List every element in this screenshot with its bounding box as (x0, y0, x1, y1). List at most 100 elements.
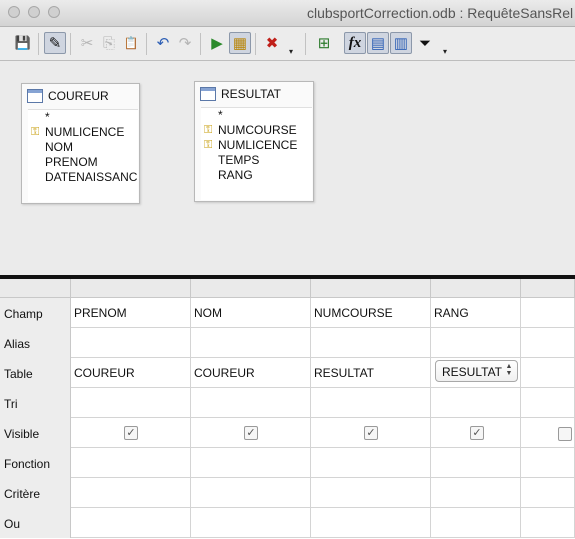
table-names-button[interactable]: ▤ (367, 32, 389, 54)
table-window-header[interactable]: RESULTAT (195, 82, 313, 106)
column-header[interactable] (521, 279, 575, 298)
paste-button[interactable]: 📋 (120, 32, 142, 54)
visible-checkbox[interactable]: ✓ (470, 426, 484, 440)
grid-cell[interactable] (521, 448, 575, 478)
field-item[interactable]: RANG (201, 168, 312, 183)
grid-cell[interactable] (191, 478, 311, 508)
grid-cell[interactable] (191, 388, 311, 418)
field-cell[interactable]: NUMCOURSE (311, 298, 431, 328)
grid-cell[interactable] (431, 448, 521, 478)
grid-cell[interactable] (431, 508, 521, 538)
toolbar-separator (146, 33, 147, 55)
visible-checkbox[interactable] (558, 427, 572, 441)
distinct-values-button[interactable]: ⏷ (414, 32, 436, 54)
grid-cell[interactable] (521, 298, 575, 328)
field-item[interactable]: NOM (28, 140, 138, 155)
field-item[interactable]: DATENAISSANC (28, 170, 138, 185)
grid-cell[interactable] (431, 388, 521, 418)
field-name: DATENAISSANC (45, 170, 138, 184)
grid-cell[interactable] (311, 448, 431, 478)
visible-checkbox[interactable]: ✓ (124, 426, 138, 440)
visible-cell[interactable]: ✓ (191, 418, 311, 448)
table-window-coureur[interactable]: COUREUR * ⚿ NUMLICENCE NOM PRENOM DATENAISSAN… (21, 83, 140, 204)
grid-cell[interactable] (71, 388, 191, 418)
grid-row: Critère (0, 478, 575, 508)
grid-cell[interactable] (311, 478, 431, 508)
grid-cell[interactable] (311, 388, 431, 418)
primary-key-icon: ⚿ (204, 139, 213, 151)
field-cell[interactable]: RANG (431, 298, 521, 328)
table-name: RESULTAT (221, 87, 282, 101)
grid-cell[interactable] (311, 508, 431, 538)
table-cell[interactable]: RESULTAT ▲ ▼ (431, 358, 521, 388)
visible-checkbox[interactable]: ✓ (244, 426, 258, 440)
table-cell[interactable]: RESULTAT (311, 358, 431, 388)
grid-cell[interactable] (521, 508, 575, 538)
field-item[interactable]: PRENOM (28, 155, 138, 170)
grid-cell[interactable] (71, 448, 191, 478)
grid-cell[interactable] (521, 478, 575, 508)
visible-checkbox[interactable]: ✓ (364, 426, 378, 440)
grid-cell[interactable] (191, 508, 311, 538)
grid-cell[interactable] (71, 328, 191, 358)
table-window-resultat[interactable]: RESULTAT * ⚿ NUMCOURSE ⚿ NUMLICENCE TEMPS RANG (194, 81, 314, 202)
grid-cell[interactable] (431, 328, 521, 358)
delete-button[interactable]: ✖ (261, 32, 283, 54)
zoom-window-button[interactable] (48, 6, 60, 18)
field-item[interactable]: ⚿ NUMLICENCE (28, 125, 138, 140)
field-item[interactable]: ⚿ NUMLICENCE (201, 138, 312, 153)
copy-icon: ⎘ (102, 34, 115, 52)
close-window-button[interactable] (8, 6, 20, 18)
field-item[interactable]: * (28, 110, 138, 125)
clear-query-button[interactable]: ▦ (229, 32, 251, 54)
toolbar-more-button[interactable]: ▾ (443, 47, 447, 56)
field-item[interactable]: * (201, 108, 312, 123)
functions-icon: fx (348, 34, 362, 51)
redo-button[interactable]: ↷ (174, 32, 196, 54)
table-select[interactable]: RESULTAT ▲ ▼ (435, 360, 518, 382)
primary-key-icon: ⚿ (204, 124, 213, 136)
minimize-window-button[interactable] (28, 6, 40, 18)
visible-cell[interactable]: ✓ (311, 418, 431, 448)
row-label: Champ (0, 298, 71, 328)
field-cell[interactable]: NOM (191, 298, 311, 328)
visible-cell[interactable] (521, 418, 575, 448)
copy-button[interactable]: ⎘ (98, 32, 120, 54)
edit-mode-button[interactable]: ✎ (44, 32, 66, 54)
cut-button[interactable]: ✂ (76, 32, 98, 54)
undo-button[interactable]: ↶ (152, 32, 174, 54)
toolbar-more-button[interactable]: ▾ (289, 47, 293, 56)
table-window-header[interactable]: COUREUR (22, 84, 139, 108)
grid-cell[interactable] (191, 448, 311, 478)
table-cell[interactable]: COUREUR (191, 358, 311, 388)
add-table-button[interactable]: ⊞ (313, 32, 335, 54)
column-header[interactable] (71, 279, 191, 298)
run-query-button[interactable]: ▶ (206, 32, 228, 54)
row-label: Visible (0, 418, 71, 448)
field-item[interactable]: TEMPS (201, 153, 312, 168)
table-cell[interactable]: COUREUR (71, 358, 191, 388)
grid-cell[interactable] (71, 508, 191, 538)
visible-cell[interactable]: ✓ (431, 418, 521, 448)
toolbar-separator (38, 33, 39, 55)
grid-cell[interactable] (311, 328, 431, 358)
field-item[interactable]: ⚿ NUMCOURSE (201, 123, 312, 138)
visible-cell[interactable]: ✓ (71, 418, 191, 448)
row-label: Tri (0, 388, 71, 418)
grid-cell[interactable] (521, 388, 575, 418)
grid-cell[interactable] (521, 358, 575, 388)
column-header[interactable] (311, 279, 431, 298)
column-header[interactable] (191, 279, 311, 298)
alias-button[interactable]: ▥ (390, 32, 412, 54)
run-query-icon: ▶ (211, 35, 223, 52)
grid-cell[interactable] (521, 328, 575, 358)
field-cell[interactable]: PRENOM (71, 298, 191, 328)
grid-cell[interactable] (71, 478, 191, 508)
save-button[interactable]: 💾 (12, 32, 34, 54)
field-name: NUMCOURSE (218, 123, 297, 137)
grid-cell[interactable] (191, 328, 311, 358)
functions-button[interactable]: fx (344, 32, 366, 54)
toolbar-separator (200, 33, 201, 55)
column-header[interactable] (431, 279, 521, 298)
grid-cell[interactable] (431, 478, 521, 508)
